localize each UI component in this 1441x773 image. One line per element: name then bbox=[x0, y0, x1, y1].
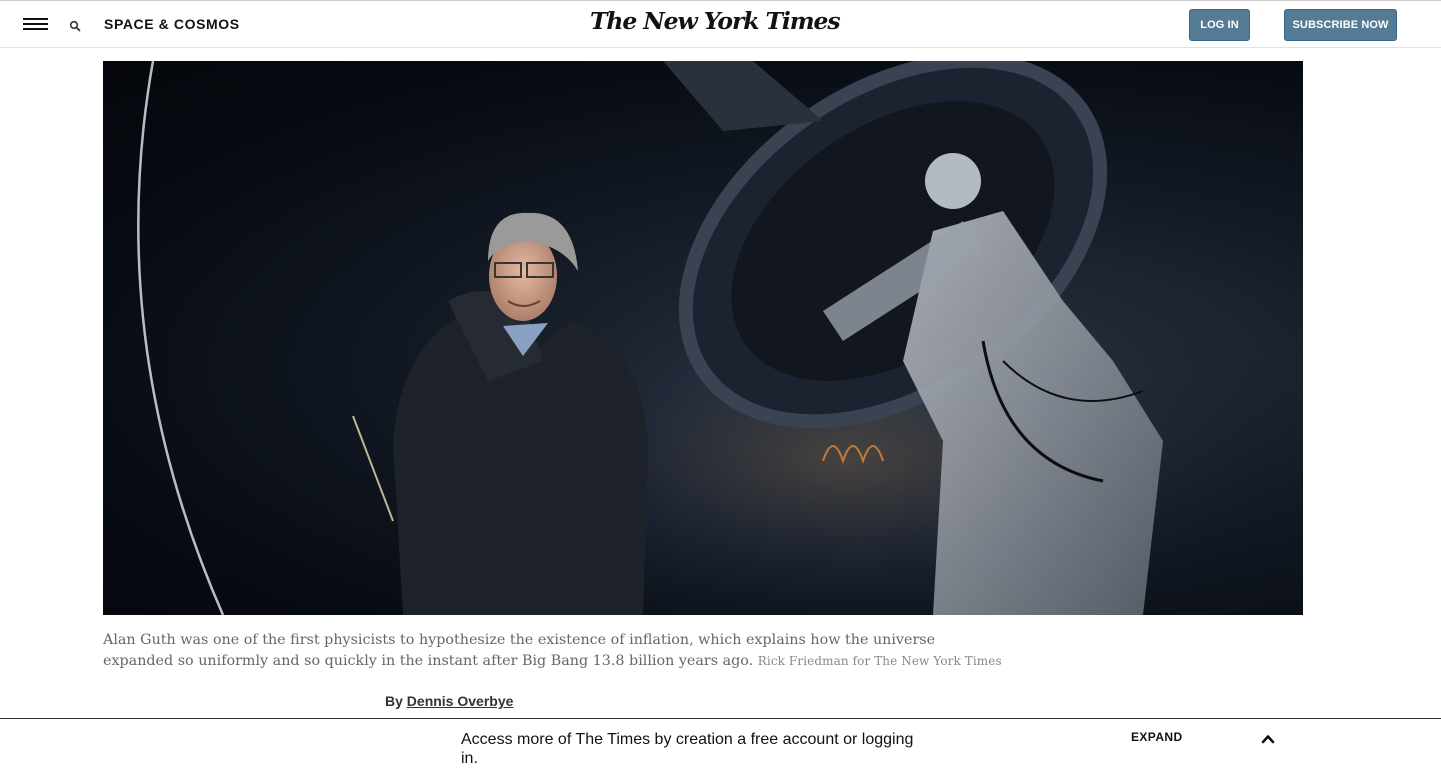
login-button[interactable]: LOG IN bbox=[1189, 9, 1250, 41]
photo-credit: Rick Friedman for The New York Times bbox=[757, 654, 1002, 668]
section-link[interactable]: SPACE & COSMOS bbox=[104, 16, 240, 32]
hamburger-menu-icon[interactable] bbox=[23, 17, 48, 33]
registration-message: Access more of The Times by creation a f… bbox=[461, 731, 914, 767]
expand-button[interactable]: EXPAND bbox=[1131, 730, 1183, 744]
byline: By Dennis Overbye bbox=[385, 693, 513, 709]
photo-caption: Alan Guth was one of the first physicist… bbox=[103, 630, 1003, 672]
nyt-logo[interactable]: The New York Times bbox=[590, 4, 841, 38]
registration-bar: Access more of The Times by creation a f… bbox=[0, 718, 1441, 773]
search-icon[interactable] bbox=[69, 19, 81, 32]
subscribe-button[interactable]: SUBSCRIBE NOW bbox=[1284, 9, 1397, 41]
author-link[interactable]: Dennis Overbye bbox=[407, 693, 514, 709]
hero-photo bbox=[103, 61, 1303, 615]
byline-prefix: By bbox=[385, 693, 403, 709]
chevron-up-icon[interactable] bbox=[1261, 732, 1275, 746]
site-header: SPACE & COSMOS The New York Times LOG IN… bbox=[0, 0, 1441, 48]
